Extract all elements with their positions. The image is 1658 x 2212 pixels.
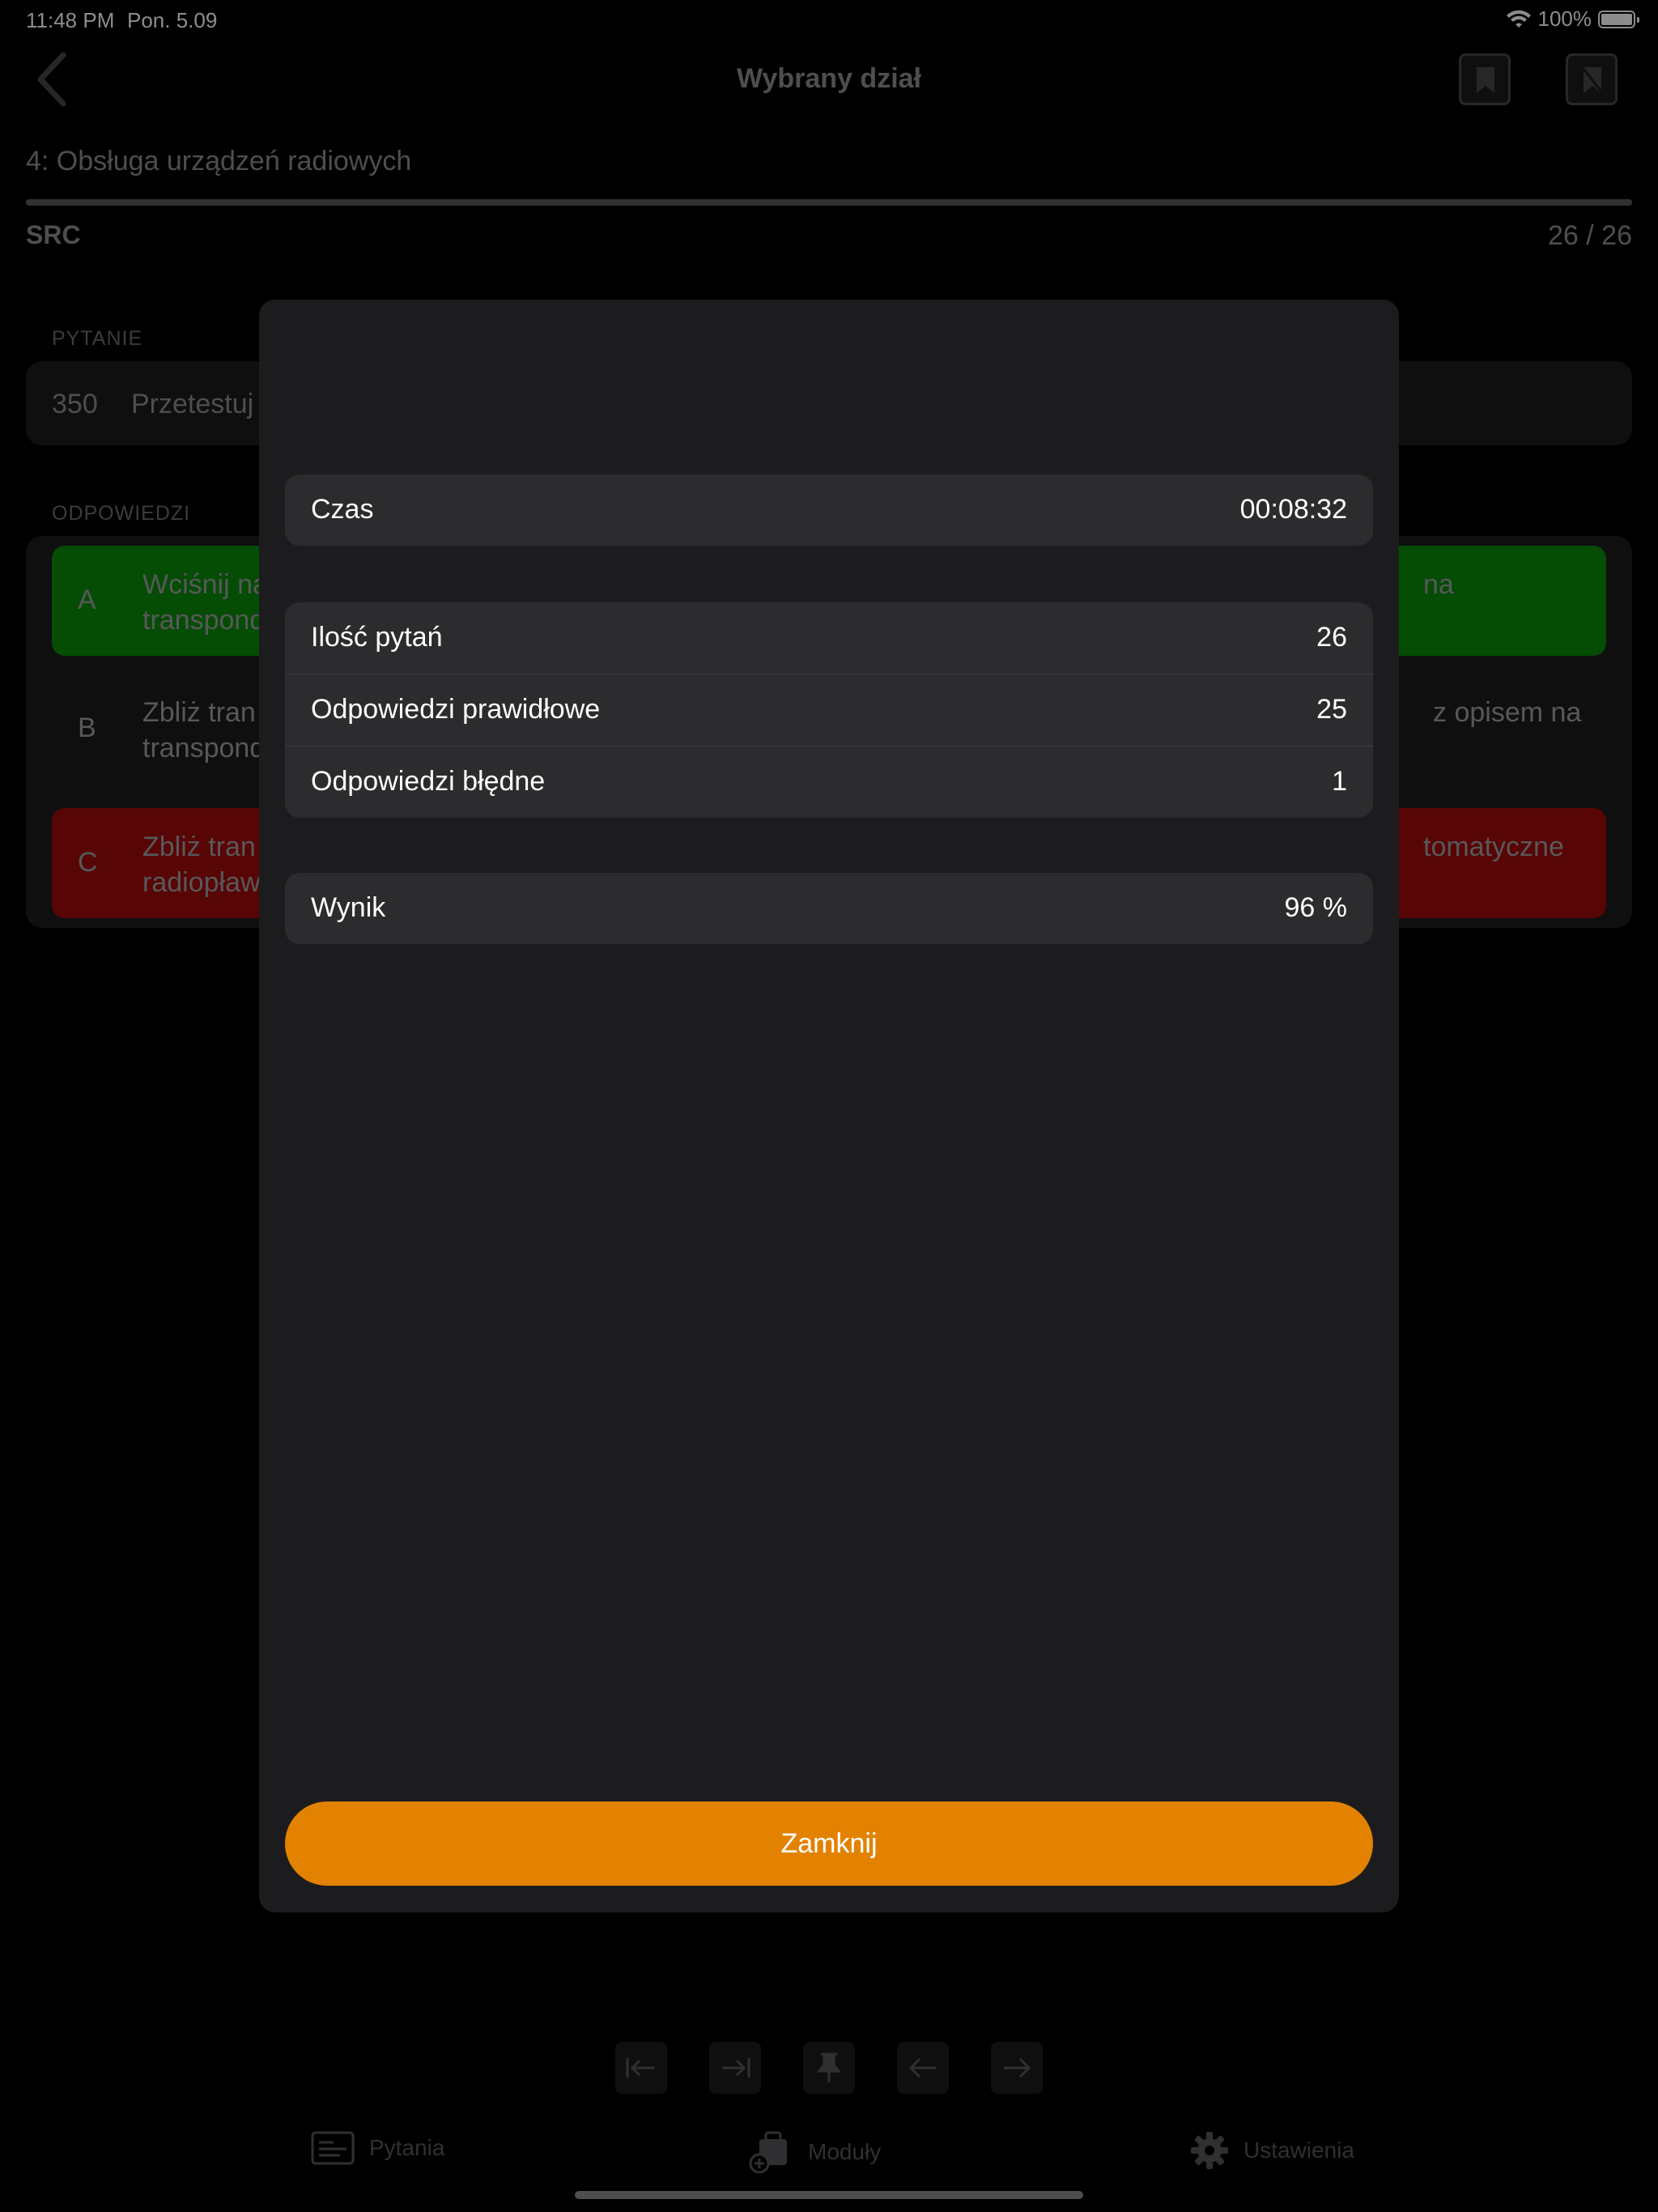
time-row: Czas 00:08:32 xyxy=(285,474,1373,546)
correct-answers-row: Odpowiedzi prawidłowe 25 xyxy=(285,674,1373,746)
time-label: Czas xyxy=(311,494,374,525)
score-group: Wynik 96 % xyxy=(285,873,1373,944)
close-button[interactable]: Zamknij xyxy=(285,1802,1373,1886)
time-value: 00:08:32 xyxy=(1239,494,1347,525)
time-group: Czas 00:08:32 xyxy=(285,474,1373,546)
wrong-answers-row: Odpowiedzi błędne 1 xyxy=(285,746,1373,818)
score-label: Wynik xyxy=(311,892,386,923)
stats-group: Ilość pytań 26 Odpowiedzi prawidłowe 25 … xyxy=(285,602,1373,818)
correct-answers-label: Odpowiedzi prawidłowe xyxy=(311,694,601,725)
correct-answers-value: 25 xyxy=(1316,694,1347,725)
total-questions-row: Ilość pytań 26 xyxy=(285,602,1373,674)
total-questions-label: Ilość pytań xyxy=(311,622,443,653)
score-value: 96 % xyxy=(1284,892,1348,923)
results-modal: Czas 00:08:32 Ilość pytań 26 Odpowiedzi … xyxy=(259,300,1399,1912)
score-row: Wynik 96 % xyxy=(285,873,1373,944)
wrong-answers-label: Odpowiedzi błędne xyxy=(311,766,546,797)
total-questions-value: 26 xyxy=(1316,622,1347,653)
wrong-answers-value: 1 xyxy=(1332,766,1347,797)
